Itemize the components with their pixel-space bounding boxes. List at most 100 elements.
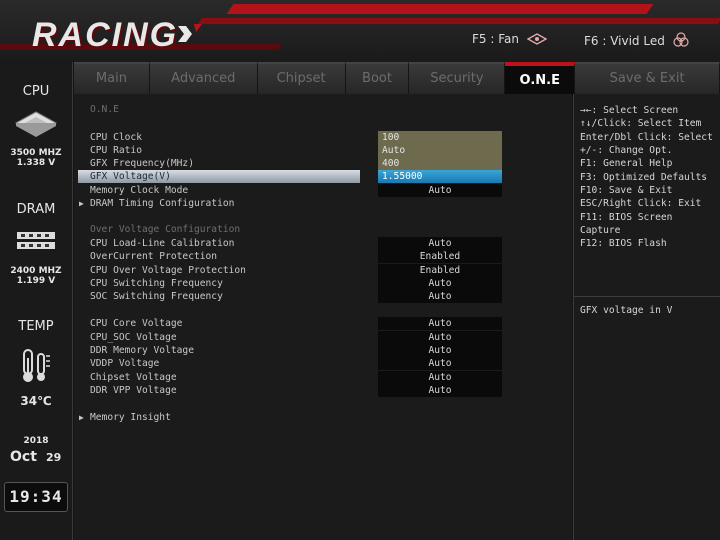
settings-panel: O.N.E CPU Clock 100 CPU Ratio Auto GFX F… <box>74 94 572 540</box>
dram-module-icon <box>17 232 55 249</box>
setting-label: DDR VPP Voltage <box>90 385 177 396</box>
fan-icon <box>526 33 548 45</box>
help-line: F3: Optimized Defaults <box>580 172 708 183</box>
memory-clock-mode-value[interactable]: Auto <box>378 184 502 197</box>
setting-label: Chipset Voltage <box>90 372 177 383</box>
led-icon <box>673 32 689 47</box>
section-title: O.N.E <box>90 104 119 115</box>
cpu-voltage: 1.338 V <box>16 158 56 168</box>
header-stripe <box>197 18 720 24</box>
setting-row-cpu-soc-voltage[interactable]: CPU_SOC Voltage Auto <box>74 331 572 344</box>
setting-label: CPU Ratio <box>90 145 142 156</box>
tab-boot[interactable]: Boot <box>345 62 410 94</box>
setting-value[interactable]: Auto <box>378 357 502 370</box>
over-voltage-section-title: Over Voltage Configuration <box>90 224 241 235</box>
setting-row-cpu-llc[interactable]: CPU Load-Line Calibration Auto <box>74 237 572 250</box>
tab-chipset[interactable]: Chipset <box>257 62 346 94</box>
setting-value[interactable]: Enabled <box>378 250 502 263</box>
help-line: ESC/Right Click: Exit <box>580 198 702 209</box>
setting-row-cpu-core-voltage[interactable]: CPU Core Voltage Auto <box>74 317 572 330</box>
submenu-arrow-icon: ▶ <box>79 199 84 208</box>
help-line: +/-: Change Opt. <box>580 145 673 156</box>
tab-save-exit[interactable]: Save & Exit <box>575 62 720 94</box>
tab-one[interactable]: O.N.E <box>505 62 576 96</box>
tab-advanced[interactable]: Advanced <box>149 62 258 94</box>
cpu-chip-icon <box>14 111 58 137</box>
setting-value[interactable]: Auto <box>378 384 502 397</box>
dram-title: DRAM <box>16 202 56 217</box>
setting-label: DDR Memory Voltage <box>90 345 194 356</box>
setting-label: Memory Clock Mode <box>90 185 189 196</box>
setting-label: CPU Switching Frequency <box>90 278 223 289</box>
setting-row-cpu-clock[interactable]: CPU Clock 100 <box>74 131 572 144</box>
cpu-ratio-value[interactable]: Auto <box>378 144 502 157</box>
setting-row-cpu-switching[interactable]: CPU Switching Frequency Auto <box>74 277 572 290</box>
submenu-dram-timing[interactable]: ▶ DRAM Timing Configuration <box>74 197 572 210</box>
setting-row-chipset-voltage[interactable]: Chipset Voltage Auto <box>74 371 572 384</box>
setting-value[interactable]: Auto <box>378 237 502 250</box>
setting-label: CPU Load-Line Calibration <box>90 238 235 249</box>
cpu-frequency: 3500 MHZ <box>10 148 62 158</box>
setting-label: GFX Voltage(V) <box>90 171 171 182</box>
gfx-frequency-value[interactable]: 400 <box>378 157 502 170</box>
dram-frequency: 2400 MHZ <box>10 266 62 276</box>
setting-value[interactable]: Auto <box>378 317 502 330</box>
setting-value[interactable]: Auto <box>378 331 502 344</box>
setting-row-ddr-vpp-voltage[interactable]: DDR VPP Voltage Auto <box>74 384 572 397</box>
setting-row-vddp-voltage[interactable]: VDDP Voltage Auto <box>74 357 572 370</box>
setting-label: CPU Core Voltage <box>90 318 183 329</box>
help-line: F12: BIOS Flash <box>580 238 667 249</box>
setting-label: CPU Over Voltage Protection <box>90 265 246 276</box>
date-year: 2018 <box>23 436 49 446</box>
clock-display: 19:34 <box>4 482 68 512</box>
date-month-day: Oct 29 <box>10 446 66 465</box>
submenu-label: DRAM Timing Configuration <box>90 198 235 209</box>
setting-label: CPU Clock <box>90 132 142 143</box>
system-info-sidebar: CPU 3500 MHZ 1.338 V DRAM 2400 MHZ 1.199… <box>0 62 73 540</box>
setting-row-soc-switching[interactable]: SOC Switching Frequency Auto <box>74 290 572 303</box>
date-month: Oct <box>10 449 37 465</box>
temp-title: TEMP <box>18 319 54 334</box>
cpu-title: CPU <box>22 84 50 99</box>
tab-security[interactable]: Security <box>409 62 506 94</box>
setting-row-gfx-frequency[interactable]: GFX Frequency(MHz) 400 <box>74 157 572 170</box>
help-line: F11: BIOS Screen <box>580 212 673 223</box>
tab-main[interactable]: Main <box>74 62 150 94</box>
setting-value[interactable]: Enabled <box>378 264 502 277</box>
submenu-arrow-icon: ▶ <box>79 413 84 422</box>
setting-label: VDDP Voltage <box>90 358 160 369</box>
fan-hotkey-label: F5 : Fan <box>472 32 519 46</box>
header-bar: RACING F5 : Fan F6 : Vivid Led <box>0 0 720 62</box>
setting-value[interactable]: Auto <box>378 344 502 357</box>
submenu-label: Memory Insight <box>90 412 171 423</box>
gfx-voltage-value[interactable]: 1.55000 <box>378 170 502 183</box>
racing-logo: RACING <box>32 16 179 54</box>
fan-hotkey[interactable]: F5 : Fan <box>472 32 548 46</box>
help-panel: →←: Select Screen ↑↓/Click: Select Item … <box>573 94 720 540</box>
setting-value[interactable]: Auto <box>378 277 502 290</box>
setting-value[interactable]: Auto <box>378 371 502 384</box>
header-stripe <box>226 4 654 14</box>
dram-voltage: 1.199 V <box>16 276 56 286</box>
setting-row-memory-clock-mode[interactable]: Memory Clock Mode Auto <box>74 184 572 197</box>
setting-row-overcurrent[interactable]: OverCurrent Protection Enabled <box>74 250 572 263</box>
help-divider <box>574 296 720 297</box>
setting-value[interactable]: Auto <box>378 290 502 303</box>
thermometer-icon <box>23 349 50 382</box>
setting-row-cpu-ratio[interactable]: CPU Ratio Auto <box>74 144 572 157</box>
vivid-led-hotkey-label: F6 : Vivid Led <box>584 34 665 48</box>
cpu-clock-value[interactable]: 100 <box>378 131 502 144</box>
help-line: F10: Save & Exit <box>580 185 673 196</box>
setting-row-ddr-memory-voltage[interactable]: DDR Memory Voltage Auto <box>74 344 572 357</box>
setting-row-gfx-voltage[interactable]: GFX Voltage(V) 1.55000 <box>74 170 572 183</box>
setting-label: SOC Switching Frequency <box>90 291 223 302</box>
vivid-led-hotkey[interactable]: F6 : Vivid Led <box>584 32 689 48</box>
help-line: Capture <box>580 225 621 236</box>
setting-label: GFX Frequency(MHz) <box>90 158 194 169</box>
setting-label: OverCurrent Protection <box>90 251 218 262</box>
submenu-memory-insight[interactable]: ▶ Memory Insight <box>74 411 572 424</box>
logo-x-icon <box>178 24 202 42</box>
setting-label: CPU_SOC Voltage <box>90 332 177 343</box>
menu-tabs: Main Advanced Chipset Boot Security O.N.… <box>74 62 720 96</box>
setting-row-cpu-ovp[interactable]: CPU Over Voltage Protection Enabled <box>74 264 572 277</box>
